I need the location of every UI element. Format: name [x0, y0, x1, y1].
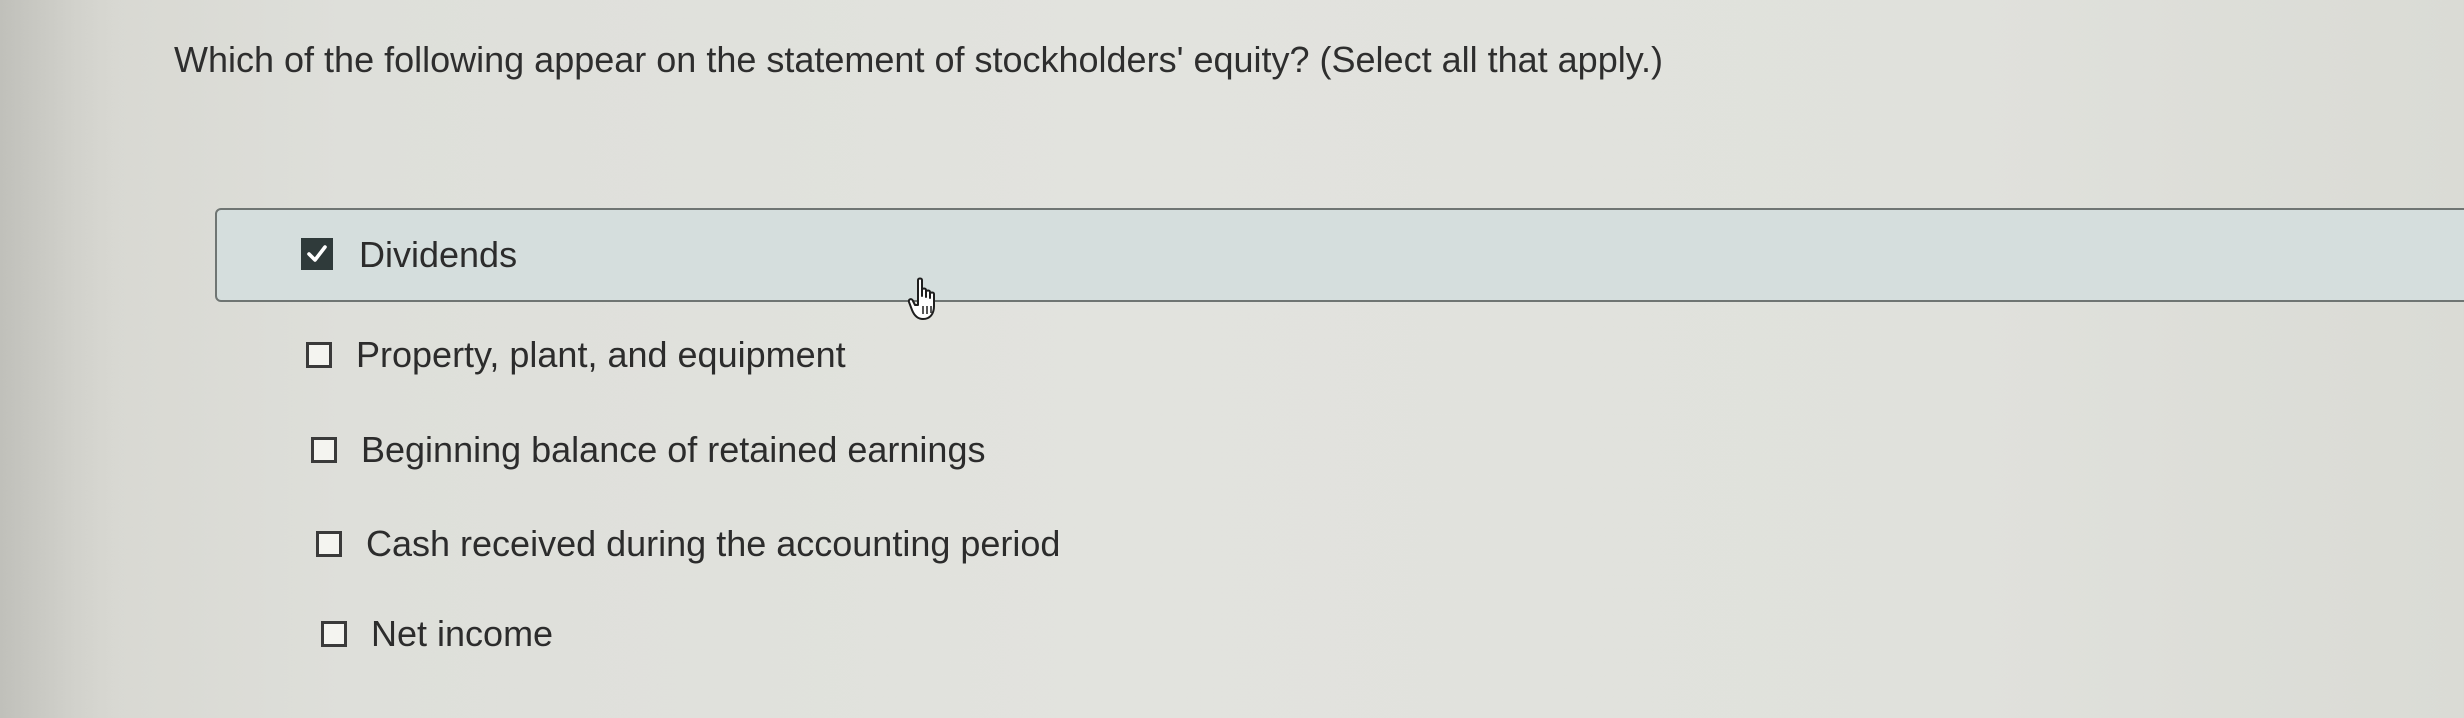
option-cash-received[interactable]: Cash received during the accounting peri…	[316, 522, 1060, 566]
checkbox-checked-icon[interactable]	[301, 238, 333, 270]
option-label: Net income	[371, 613, 554, 654]
option-label: Property, plant, and equipment	[356, 334, 846, 375]
option-label: Beginning balance of retained earnings	[361, 429, 986, 470]
checkmark-icon	[307, 245, 327, 262]
answer-options: Dividends Property, plant, and equipment…	[0, 0, 2464, 718]
checkbox-icon[interactable]	[316, 531, 342, 557]
option-net-income[interactable]: Net income	[321, 612, 553, 656]
option-label: Cash received during the accounting peri…	[366, 523, 1061, 564]
checkbox-icon[interactable]	[321, 621, 347, 647]
hand-pointer-cursor-icon	[907, 277, 935, 320]
checkbox-icon[interactable]	[311, 437, 337, 463]
option-dividends[interactable]: Dividends	[215, 208, 2464, 302]
option-property-plant-equipment[interactable]: Property, plant, and equipment	[306, 333, 846, 377]
option-beginning-retained-earnings[interactable]: Beginning balance of retained earnings	[311, 428, 985, 472]
option-label: Dividends	[359, 234, 518, 275]
checkbox-icon[interactable]	[306, 342, 332, 368]
